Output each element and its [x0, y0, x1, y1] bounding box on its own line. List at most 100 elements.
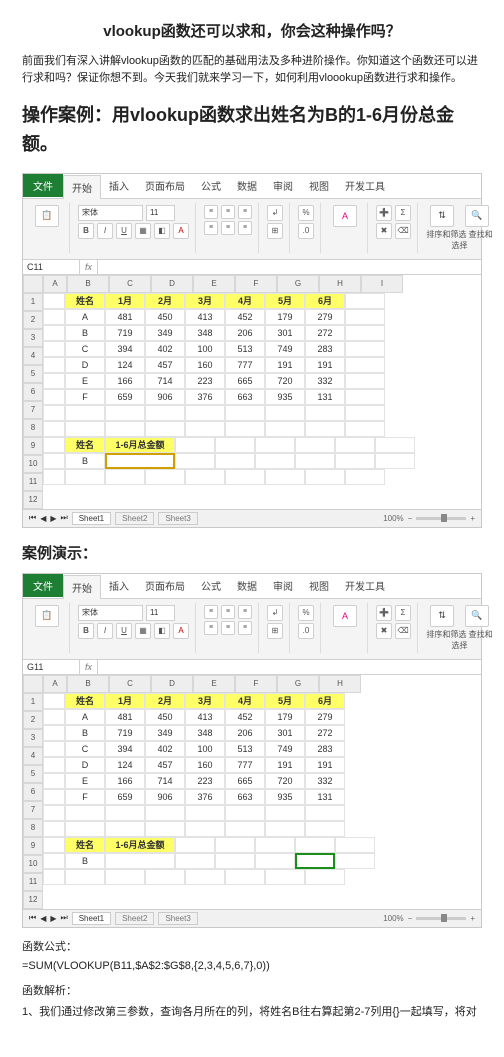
cell[interactable] — [265, 405, 305, 421]
col-header[interactable]: E — [193, 275, 235, 293]
sort-icon[interactable]: ⇅ — [430, 205, 454, 227]
align-button[interactable]: ≡ — [221, 621, 235, 635]
cell[interactable]: 349 — [145, 325, 185, 341]
sheet-tab-2[interactable]: Sheet2 — [115, 912, 154, 925]
sheet-tab-3[interactable]: Sheet3 — [158, 512, 197, 525]
cell[interactable]: 720 — [265, 373, 305, 389]
align-button[interactable]: ≡ — [204, 621, 218, 635]
cell[interactable]: 513 — [225, 341, 265, 357]
cell[interactable] — [65, 805, 105, 821]
cell[interactable]: 279 — [305, 309, 345, 325]
cell[interactable] — [225, 469, 265, 485]
cell[interactable]: 姓名 — [65, 693, 105, 709]
row-header[interactable]: 5 — [23, 765, 43, 783]
cell[interactable] — [43, 837, 65, 853]
cell[interactable] — [145, 421, 185, 437]
cell[interactable]: 6月 — [305, 693, 345, 709]
cell[interactable]: 1月 — [105, 293, 145, 309]
row-header[interactable]: 8 — [23, 419, 43, 437]
cell[interactable] — [105, 469, 145, 485]
bold-button[interactable]: B — [78, 223, 94, 239]
cell[interactable]: C — [65, 741, 105, 757]
number-fmt-button[interactable]: % — [298, 605, 314, 621]
fill-color-button[interactable]: ◧ — [154, 623, 170, 639]
col-header[interactable]: A — [43, 275, 67, 293]
cell[interactable] — [145, 469, 185, 485]
cell[interactable]: 376 — [185, 789, 225, 805]
cell[interactable] — [43, 757, 65, 773]
wrap-button[interactable]: ↲ — [267, 605, 283, 621]
cell[interactable] — [43, 853, 65, 869]
col-header[interactable]: B — [67, 275, 109, 293]
cell[interactable]: 481 — [105, 709, 145, 725]
bold-button[interactable]: B — [78, 623, 94, 639]
tab-home[interactable]: 开始 — [63, 175, 101, 199]
sheet-tab-1[interactable]: Sheet1 — [72, 912, 111, 925]
tab-data[interactable]: 数据 — [229, 174, 265, 197]
cell[interactable] — [43, 421, 65, 437]
cell[interactable]: 513 — [225, 741, 265, 757]
cell[interactable]: B — [65, 853, 105, 869]
cell[interactable]: 376 — [185, 389, 225, 405]
align-button[interactable]: ≡ — [221, 605, 235, 619]
row-header[interactable]: 11 — [23, 473, 43, 491]
cell[interactable]: 714 — [145, 773, 185, 789]
cell[interactable]: 749 — [265, 341, 305, 357]
cell[interactable]: 663 — [225, 789, 265, 805]
col-header[interactable]: C — [109, 275, 151, 293]
align-button[interactable]: ≡ — [238, 621, 252, 635]
cell[interactable]: 332 — [305, 373, 345, 389]
cell[interactable] — [43, 869, 65, 885]
cell[interactable]: 457 — [145, 357, 185, 373]
cell[interactable] — [345, 373, 385, 389]
cell[interactable]: 1-6月总金额 — [105, 837, 175, 853]
cell[interactable]: D — [65, 357, 105, 373]
cell[interactable]: 191 — [305, 757, 345, 773]
styles-icon[interactable]: A — [333, 605, 357, 627]
find-icon[interactable]: 🔍 — [465, 605, 489, 627]
cell[interactable]: B — [65, 453, 105, 469]
cell[interactable] — [345, 341, 385, 357]
cell[interactable]: 5月 — [265, 693, 305, 709]
row-header[interactable]: 6 — [23, 783, 43, 801]
align-top-button[interactable]: ≡ — [204, 205, 218, 219]
cell[interactable] — [43, 373, 65, 389]
row-header[interactable]: 6 — [23, 383, 43, 401]
cell[interactable] — [265, 869, 305, 885]
cell[interactable]: 332 — [305, 773, 345, 789]
row-header[interactable]: 3 — [23, 329, 43, 347]
cell[interactable]: 413 — [185, 709, 225, 725]
row-header[interactable]: 4 — [23, 347, 43, 365]
decimal-button[interactable]: .0 — [298, 623, 314, 639]
col-header[interactable]: H — [319, 675, 361, 693]
select-all-corner[interactable] — [23, 675, 43, 693]
cell[interactable] — [345, 325, 385, 341]
cell[interactable] — [225, 421, 265, 437]
row-header[interactable]: 3 — [23, 729, 43, 747]
tab-layout[interactable]: 页面布局 — [137, 174, 193, 197]
cell[interactable]: 124 — [105, 357, 145, 373]
cell[interactable] — [345, 357, 385, 373]
sheet-tab-2[interactable]: Sheet2 — [115, 512, 154, 525]
cell[interactable]: 206 — [225, 725, 265, 741]
cell[interactable] — [43, 405, 65, 421]
cell[interactable]: 450 — [145, 309, 185, 325]
cell[interactable] — [43, 469, 65, 485]
formula-bar[interactable] — [98, 665, 481, 669]
name-box[interactable]: G11 — [23, 660, 80, 674]
font-name-select[interactable]: 宋体 — [78, 605, 143, 621]
cell[interactable]: 283 — [305, 741, 345, 757]
cell[interactable] — [43, 357, 65, 373]
cell[interactable]: 906 — [145, 389, 185, 405]
cell[interactable] — [43, 709, 65, 725]
col-header[interactable]: E — [193, 675, 235, 693]
cell[interactable]: A — [65, 709, 105, 725]
cell[interactable] — [225, 405, 265, 421]
paste-icon[interactable]: 📋 — [35, 205, 59, 227]
cell[interactable]: 160 — [185, 757, 225, 773]
col-header[interactable]: G — [277, 275, 319, 293]
cell[interactable] — [215, 437, 255, 453]
cell[interactable] — [145, 869, 185, 885]
sheet-tab-3[interactable]: Sheet3 — [158, 912, 197, 925]
align-right-button[interactable]: ≡ — [238, 221, 252, 235]
